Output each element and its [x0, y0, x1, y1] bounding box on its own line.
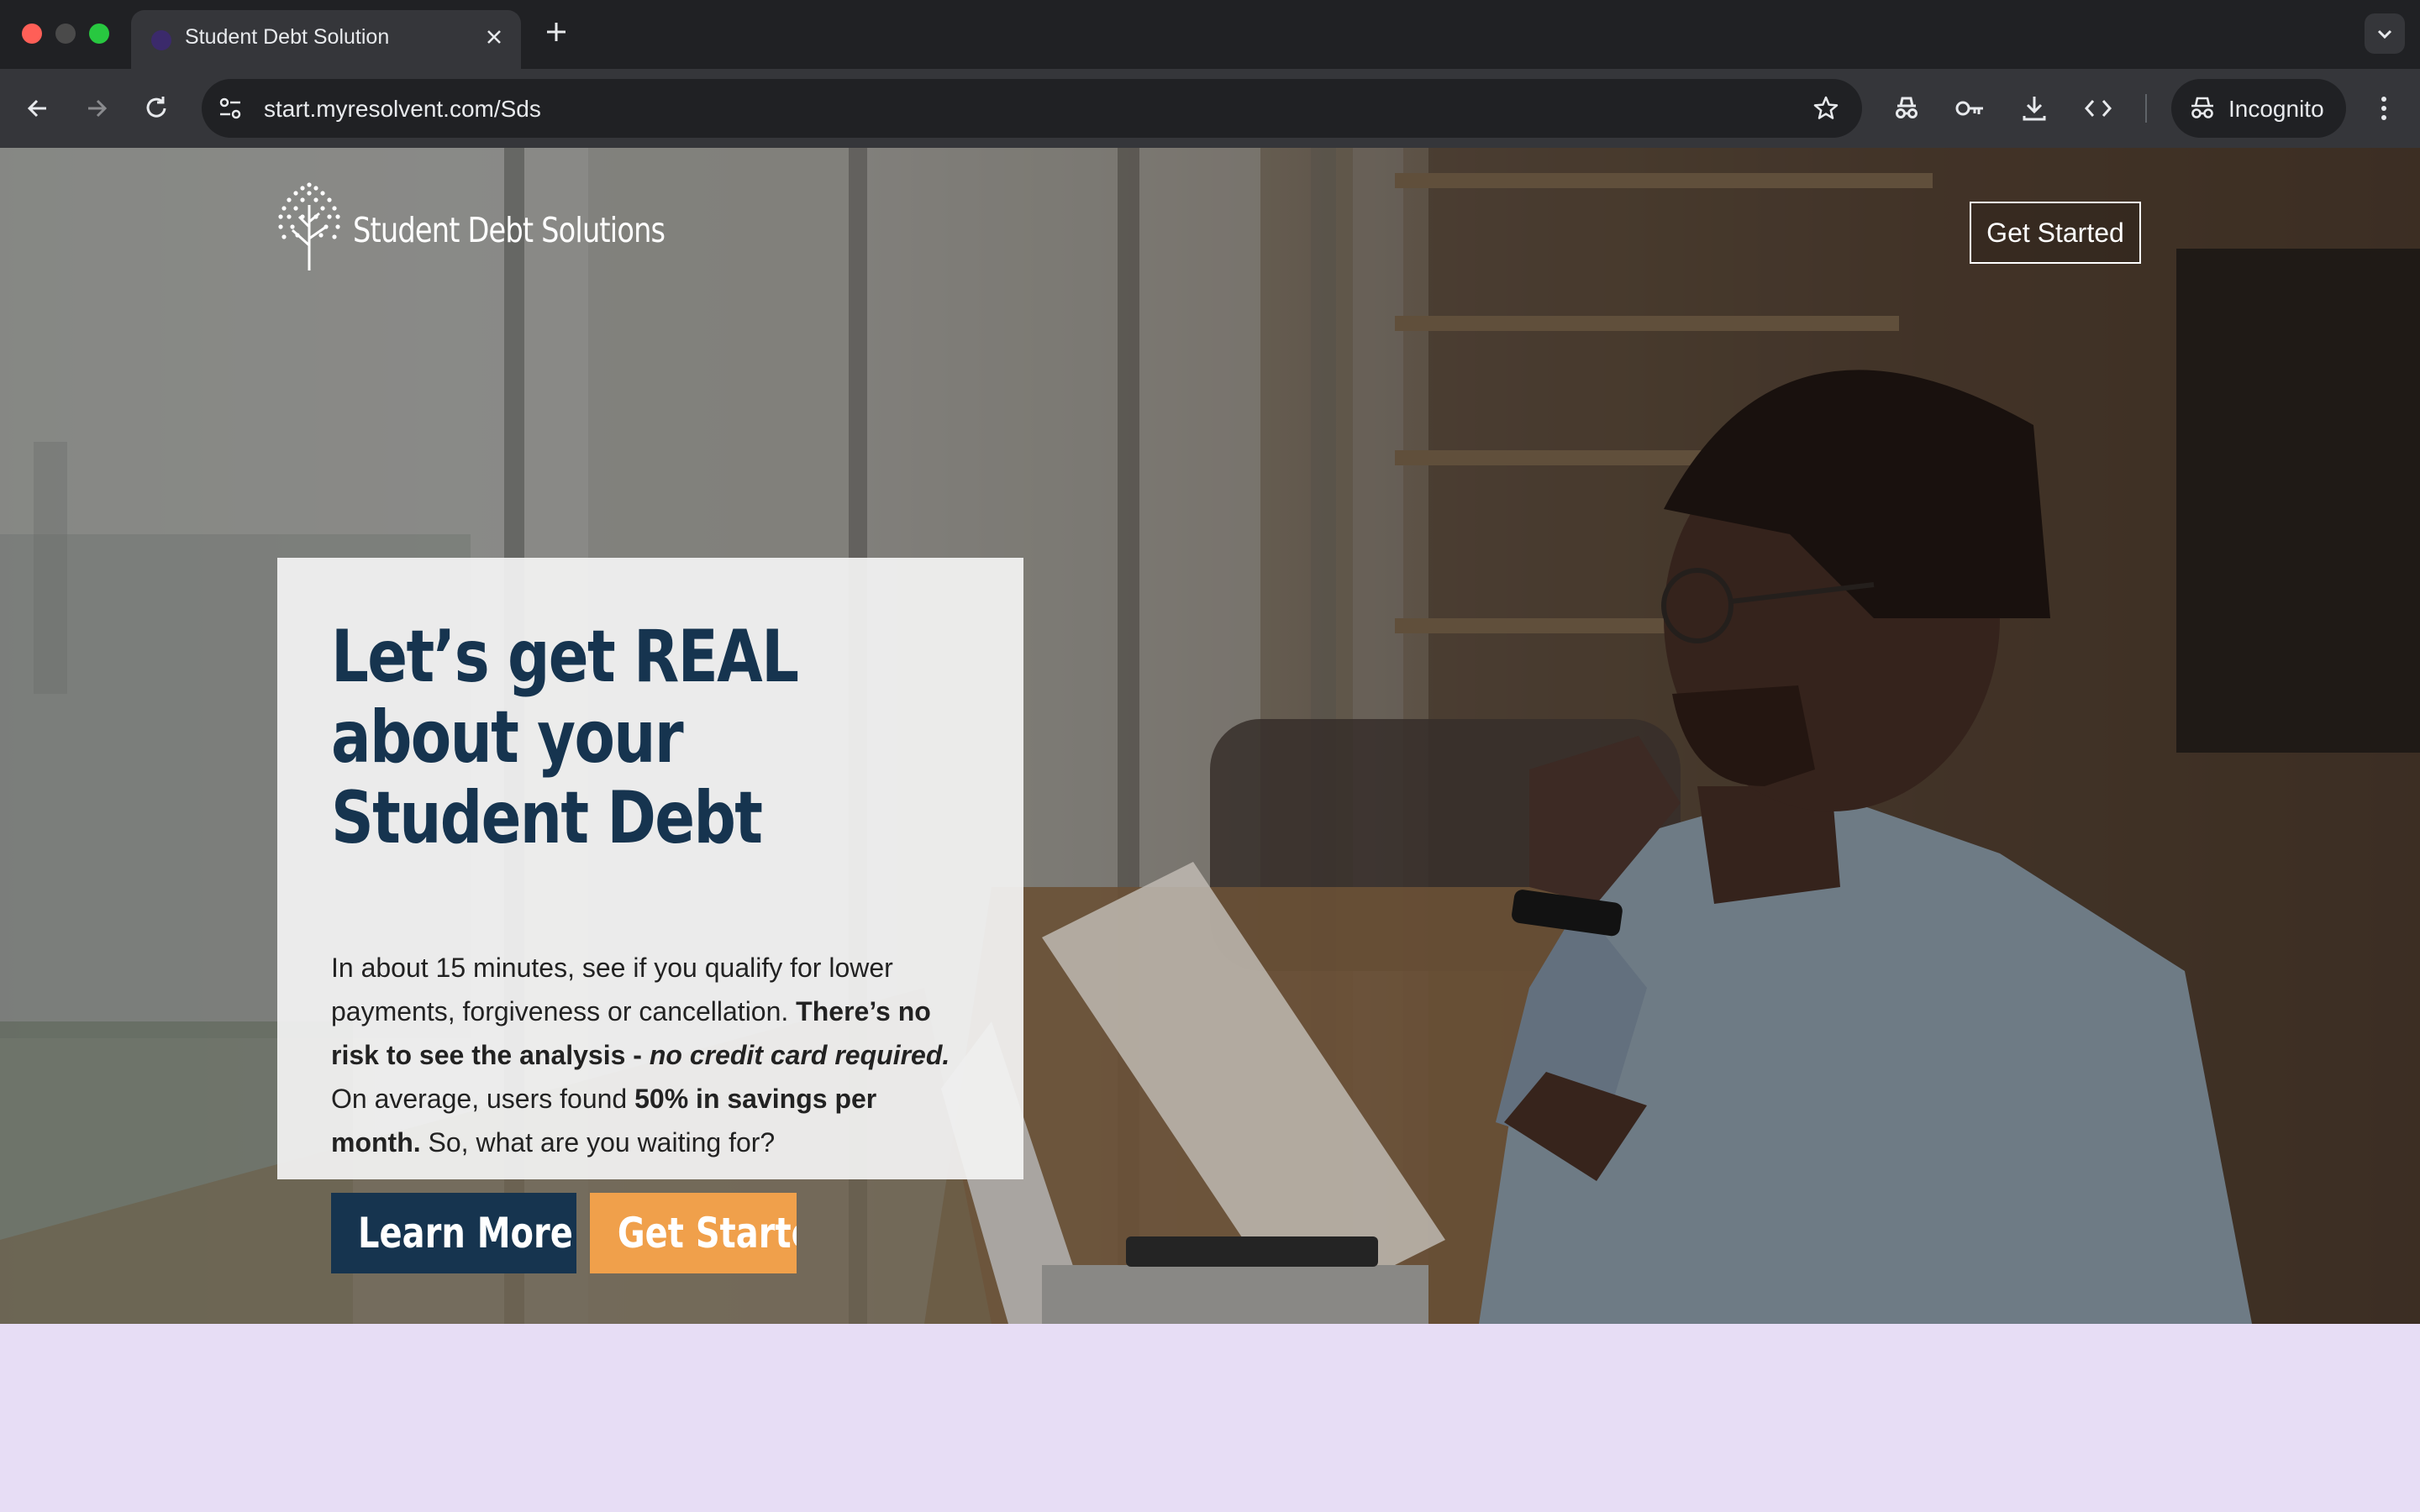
maximize-window-button[interactable] — [89, 24, 109, 44]
get-started-label: Get Started — [617, 1209, 797, 1257]
reload-icon[interactable] — [138, 89, 176, 128]
minimize-window-button[interactable] — [55, 24, 76, 44]
tab-title: Student Debt Solution — [185, 25, 390, 49]
back-icon[interactable] — [18, 89, 57, 128]
favicon-icon — [151, 30, 171, 50]
new-tab-button[interactable] — [539, 15, 573, 49]
desc-text-2: On average, users found — [331, 1084, 635, 1114]
logo-text: Student Debt Solutions — [353, 210, 666, 250]
incognito-profile-icon — [2188, 95, 2217, 122]
site-info-icon[interactable] — [217, 95, 244, 122]
tab-search-button[interactable] — [2365, 13, 2405, 54]
star-icon[interactable] — [1812, 94, 1840, 123]
tree-logo-icon — [278, 182, 340, 270]
address-bar[interactable]: start.myresolvent.com/Sds — [202, 79, 1862, 138]
menu-icon[interactable] — [2365, 89, 2403, 128]
forward-icon[interactable] — [77, 89, 116, 128]
url-text[interactable]: start.myresolvent.com/Sds — [264, 96, 541, 123]
password-key-icon[interactable] — [1951, 89, 1990, 128]
incognito-icon[interactable] — [1887, 89, 1926, 128]
tab-close-icon[interactable] — [481, 24, 508, 50]
devtools-icon[interactable] — [2079, 89, 2118, 128]
hero-description: In about 15 minutes, see if you qualify … — [331, 946, 970, 1164]
toolbar-divider — [2145, 94, 2147, 123]
header-get-started-button[interactable]: Get Started — [1970, 202, 2141, 264]
site-logo[interactable]: Student Debt Solutions — [274, 180, 666, 272]
profile-label: Incognito — [2228, 96, 2324, 122]
hero-section: Student Debt Solutions Get Started Let’s… — [0, 148, 2420, 1324]
hero-title: Let’s get REAL about your Student Debt — [331, 615, 799, 860]
browser-tab[interactable]: Student Debt Solution — [131, 10, 521, 69]
browser-toolbar: start.myresolvent.com/Sds Incognito — [0, 69, 2420, 148]
profile-button[interactable]: Incognito — [2171, 79, 2346, 138]
learn-more-label: Learn More — [357, 1209, 573, 1257]
below-hero-section — [0, 1324, 2420, 1512]
browser-tab-strip: Student Debt Solution — [0, 0, 2420, 69]
hero-card: Let’s get REAL about your Student Debt I… — [277, 558, 1023, 1273]
close-window-button[interactable] — [22, 24, 42, 44]
get-started-button[interactable]: Get Started — [590, 1193, 797, 1273]
desc-text-3: So, what are you waiting for? — [420, 1127, 776, 1158]
download-icon[interactable] — [2015, 89, 2054, 128]
desc-bold-italic: no credit card required. — [649, 1040, 950, 1070]
learn-more-button[interactable]: Learn More — [331, 1193, 576, 1273]
